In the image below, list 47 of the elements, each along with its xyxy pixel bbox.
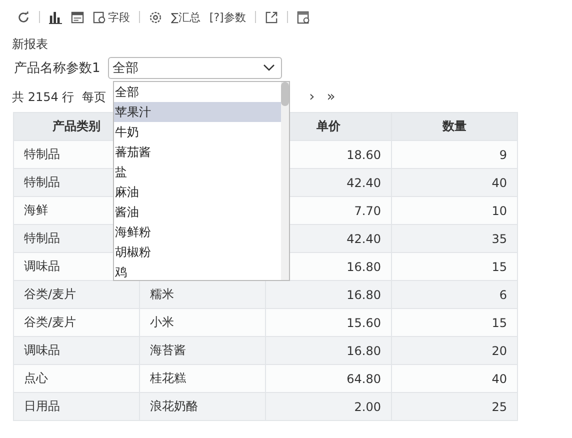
table-cell: 15	[392, 252, 518, 280]
table-cell: 25	[392, 392, 518, 420]
table-cell: 15	[392, 308, 518, 336]
per-page-label: 每页	[82, 88, 106, 106]
table-cell: 9	[392, 140, 518, 168]
form-icon[interactable]	[71, 10, 84, 24]
parameter-select[interactable]: 全部	[108, 57, 282, 79]
export-icon[interactable]	[264, 10, 278, 24]
table-cell: 日用品	[14, 392, 140, 420]
table-cell: 40	[392, 364, 518, 392]
table-cell: 6	[392, 280, 518, 308]
table-cell: 糯米	[140, 280, 266, 308]
table-cell: 海苔酱	[140, 336, 266, 364]
table-cell: 16.80	[266, 280, 392, 308]
dropdown-option[interactable]: 全部	[114, 82, 281, 102]
toolbar-button[interactable]: [?]参数	[209, 10, 246, 24]
bar-chart-icon[interactable]	[49, 10, 62, 24]
table-cell: 小米	[140, 308, 266, 336]
table-cell: 20	[392, 336, 518, 364]
field-button[interactable]: 字段	[93, 10, 130, 24]
table-cell: 谷类/麦片	[14, 280, 140, 308]
field-icon	[93, 10, 106, 24]
table-cell: 浪花奶酪	[140, 392, 266, 420]
dropdown-option[interactable]: 苹果汁	[114, 102, 281, 122]
table-cell: 15.60	[266, 308, 392, 336]
table-cell: 谷类/麦片	[14, 308, 140, 336]
table-cell: 2.00	[266, 392, 392, 420]
parameter-label: 产品名称参数1	[14, 60, 100, 77]
report-title: 新报表	[11, 36, 49, 53]
settings-icon[interactable]	[149, 10, 162, 24]
scrollbar-thumb[interactable]	[281, 82, 289, 106]
toolbar-button[interactable]: ∑汇总	[171, 10, 200, 24]
refresh-icon[interactable]	[17, 10, 30, 24]
table-cell: 10	[392, 196, 518, 224]
column-header: 数量	[392, 112, 518, 140]
next-page-button[interactable]: ›	[307, 89, 317, 105]
table-cell: 16.80	[266, 336, 392, 364]
table-cell: 64.80	[266, 364, 392, 392]
row-count: 共 2154 行	[12, 88, 74, 106]
table-cell: 点心	[14, 364, 140, 392]
table-cell: 35	[392, 224, 518, 252]
sheet-icon[interactable]	[296, 10, 310, 24]
last-page-button[interactable]: »	[324, 89, 338, 105]
table-cell: 桂花糕	[140, 364, 266, 392]
table-cell: 40	[392, 168, 518, 196]
chevron-down-icon	[263, 64, 276, 72]
table-cell: 调味品	[14, 336, 140, 364]
